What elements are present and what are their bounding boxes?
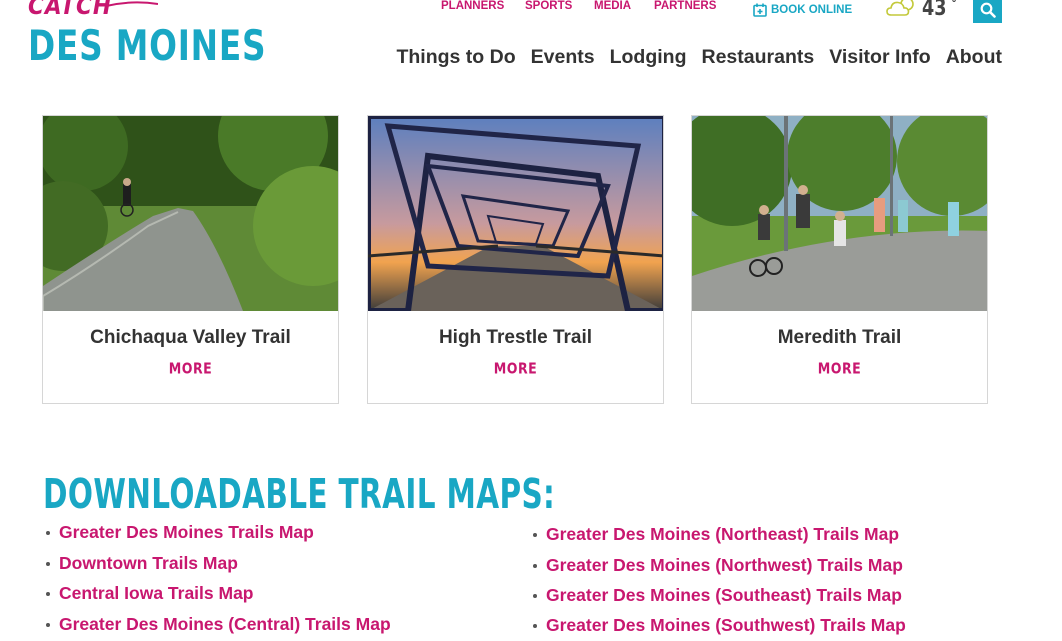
util-nav-media[interactable]: MEDIA — [594, 0, 631, 12]
cloud-sun-icon — [886, 0, 914, 16]
logo-catch-text: CATCH — [28, 0, 112, 20]
util-nav-sports[interactable]: SPORTS — [525, 0, 572, 12]
list-item: Greater Des Moines (Northeast) Trails Ma… — [533, 524, 899, 545]
trail-map-link[interactable]: Greater Des Moines (Northwest) Trails Ma… — [546, 555, 903, 576]
util-nav-planners[interactable]: PLANNERS — [441, 0, 504, 12]
trail-title[interactable]: Meredith Trail — [692, 327, 987, 349]
nav-events[interactable]: Events — [531, 46, 595, 69]
trail-map-link[interactable]: Central Iowa Trails Map — [59, 583, 254, 604]
trail-map-link[interactable]: Downtown Trails Map — [59, 553, 238, 574]
logo-city-text: DES MOINES — [28, 21, 267, 70]
list-item: Downtown Trails Map — [46, 553, 238, 574]
trail-card-meredith[interactable]: Meredith Trail MORE — [691, 115, 988, 404]
bullet — [46, 591, 50, 596]
util-nav-partners[interactable]: PARTNERS — [654, 0, 716, 12]
temperature-value: 43 — [922, 0, 947, 21]
list-item: Central Iowa Trails Map — [46, 583, 254, 604]
trail-title[interactable]: Chichaqua Valley Trail — [43, 327, 338, 349]
nav-restaurants[interactable]: Restaurants — [701, 46, 814, 69]
trail-card-high-trestle[interactable]: High Trestle Trail MORE — [367, 115, 664, 404]
nav-about[interactable]: About — [946, 46, 1002, 69]
bullet — [533, 563, 537, 568]
trail-map-link[interactable]: Greater Des Moines Trails Map — [59, 522, 314, 543]
bullet — [46, 622, 50, 627]
bullet — [46, 561, 50, 566]
more-link[interactable]: MORE — [368, 360, 663, 378]
trail-photo[interactable] — [368, 116, 663, 311]
trail-maps-heading: DOWNLOADABLE TRAIL MAPS: — [43, 470, 556, 518]
search-icon — [980, 2, 996, 18]
calendar-plus-icon — [753, 3, 767, 17]
list-item: Greater Des Moines (Southwest) Trails Ma… — [533, 615, 906, 636]
list-item: Greater Des Moines (Central) Trails Map — [46, 614, 391, 635]
book-online-link[interactable]: BOOK ONLINE — [753, 3, 852, 17]
temperature-unit: ° — [951, 0, 957, 12]
trail-title[interactable]: High Trestle Trail — [368, 327, 663, 349]
trail-map-link[interactable]: Greater Des Moines (Southeast) Trails Ma… — [546, 585, 902, 606]
weather-widget[interactable]: 43 ° — [886, 0, 966, 21]
nav-lodging[interactable]: Lodging — [610, 46, 687, 69]
bullet — [533, 532, 537, 537]
trail-map-link[interactable]: Greater Des Moines (Southwest) Trails Ma… — [546, 615, 906, 636]
trail-photo[interactable] — [43, 116, 338, 311]
more-link[interactable]: MORE — [43, 360, 338, 378]
bullet — [533, 593, 537, 598]
list-item: Greater Des Moines (Southeast) Trails Ma… — [533, 585, 902, 606]
list-item: Greater Des Moines (Northwest) Trails Ma… — [533, 555, 903, 576]
trail-map-link[interactable]: Greater Des Moines (Northeast) Trails Ma… — [546, 524, 899, 545]
list-item: Greater Des Moines Trails Map — [46, 522, 314, 543]
more-link[interactable]: MORE — [692, 360, 987, 378]
bullet — [533, 623, 537, 628]
logo-swoosh-icon — [106, 1, 158, 7]
temperature: 43 ° — [922, 0, 957, 21]
nav-things-to-do[interactable]: Things to Do — [396, 46, 515, 69]
trail-map-link[interactable]: Greater Des Moines (Central) Trails Map — [59, 614, 391, 635]
nav-visitor-info[interactable]: Visitor Info — [829, 46, 930, 69]
book-online-label: BOOK ONLINE — [771, 4, 853, 16]
search-button[interactable] — [973, 0, 1002, 23]
main-nav: Things to Do Events Lodging Restaurants … — [396, 46, 1002, 69]
trail-card-chichaqua[interactable]: Chichaqua Valley Trail MORE — [42, 115, 339, 404]
bullet — [46, 530, 50, 535]
trail-photo[interactable] — [692, 116, 987, 311]
